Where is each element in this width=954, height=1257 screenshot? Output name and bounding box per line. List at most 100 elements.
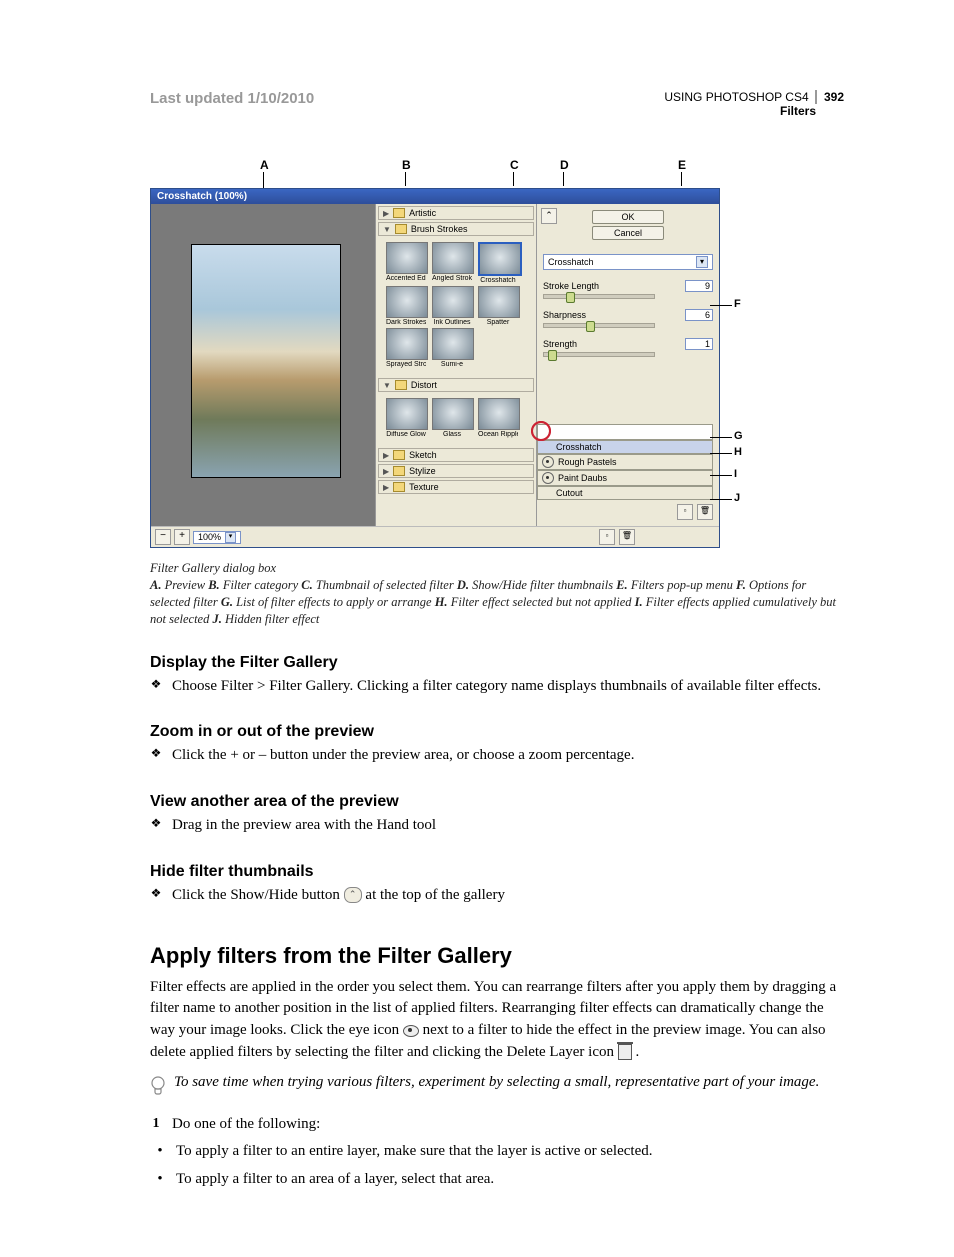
chevron-down-icon: ▾: [696, 256, 708, 268]
thumb-sprayed-strokes[interactable]: Sprayed Strokes: [386, 328, 426, 368]
body-text: Do one of the following:: [172, 1114, 320, 1136]
thumb-sumi-e[interactable]: Sumi-e: [432, 328, 472, 368]
stack-label: Paint Daubs: [558, 473, 607, 483]
new-effect-layer-button[interactable]: ▫: [677, 504, 693, 520]
preview-pane[interactable]: [151, 204, 376, 526]
slider-strength[interactable]: [543, 352, 655, 357]
selected-filter-name: Crosshatch: [548, 257, 594, 267]
category-brush-strokes[interactable]: ▼Brush Strokes: [378, 222, 534, 236]
param-value[interactable]: 9: [685, 280, 713, 292]
bullet-item: •To apply a filter to an area of a layer…: [154, 1169, 844, 1191]
tip-text: To save time when trying various filters…: [174, 1074, 819, 1098]
thumb-ocean-ripple[interactable]: Ocean Ripple: [478, 398, 518, 438]
callout-a: A: [260, 158, 269, 172]
filter-popup-menu[interactable]: Crosshatch ▾: [543, 254, 713, 270]
top-callouts: A B C D E: [150, 158, 844, 188]
text-run: Click the Show/Hide button: [172, 887, 344, 903]
callout-j: J: [734, 492, 740, 504]
stack-label: Crosshatch: [556, 442, 602, 452]
param-label: Sharpness: [543, 310, 586, 320]
stack-item-rough-pastels[interactable]: Rough Pastels: [537, 454, 713, 470]
category-label: Artistic: [409, 208, 436, 218]
bullet-item: ❖Choose Filter > Filter Gallery. Clickin…: [150, 676, 844, 698]
body-text: Click the + or – button under the previe…: [172, 745, 634, 767]
last-updated: Last updated 1/10/2010: [150, 90, 314, 107]
stack-label: Cutout: [556, 488, 583, 498]
thumb-glass[interactable]: Glass: [432, 398, 472, 438]
param-sharpness: Sharpness 6: [543, 309, 713, 321]
category-distort[interactable]: ▼Distort: [378, 378, 534, 392]
body-text: Click the Show/Hide button ⌃ at the top …: [172, 885, 505, 907]
category-label: Distort: [411, 380, 437, 390]
zoom-in-button[interactable]: +: [174, 529, 190, 545]
category-stylize[interactable]: ▶Stylize: [378, 464, 534, 478]
diamond-bullet-icon: ❖: [150, 676, 162, 698]
eye-icon[interactable]: [542, 456, 554, 468]
trash-icon[interactable]: 🗑: [619, 529, 635, 545]
category-label: Stylize: [409, 466, 436, 476]
text-run: .: [635, 1044, 639, 1060]
thumb-accented-edges[interactable]: Accented Edges: [386, 242, 426, 284]
filter-gallery-dialog: Crosshatch (100%) ▶Artistic ▼Brush Strok…: [150, 188, 720, 548]
category-artistic[interactable]: ▶Artistic: [378, 206, 534, 220]
body-text: To apply a filter to an area of a layer,…: [176, 1169, 494, 1191]
distort-thumbnails: Diffuse Glow Glass Ocean Ripple: [376, 394, 536, 446]
param-value[interactable]: 1: [685, 338, 713, 350]
stack-item-paint-daubs[interactable]: Paint Daubs: [537, 470, 713, 486]
stack-item-crosshatch[interactable]: Crosshatch: [537, 440, 713, 454]
figure-caption-title: Filter Gallery dialog box: [150, 560, 844, 577]
eye-icon[interactable]: [542, 472, 554, 484]
category-label: Sketch: [409, 450, 437, 460]
cancel-button[interactable]: Cancel: [592, 226, 664, 240]
zoom-out-button[interactable]: −: [155, 529, 171, 545]
brush-thumbnails: Accented Edges Angled Strokes Crosshatch…: [376, 238, 536, 376]
thumb-spatter[interactable]: Spatter: [478, 286, 518, 326]
stack-item-cutout[interactable]: Cutout: [537, 486, 713, 500]
text-run: at the top of the gallery: [365, 887, 505, 903]
callout-c: C: [510, 158, 519, 172]
zoom-value: 100%: [198, 532, 221, 542]
section-name: Filters: [664, 104, 844, 118]
slider-sharpness[interactable]: [543, 323, 655, 328]
filter-options-pane: ⌃ OK Cancel Crosshatch ▾ Stroke Length 9…: [537, 204, 719, 526]
param-strength: Strength 1: [543, 338, 713, 350]
eye-icon: [403, 1025, 419, 1037]
thumb-crosshatch[interactable]: Crosshatch: [478, 242, 518, 284]
diamond-bullet-icon: ❖: [150, 745, 162, 767]
figure-caption: Filter Gallery dialog box A. Preview B. …: [150, 560, 844, 628]
body-text: Drag in the preview area with the Hand t…: [172, 815, 436, 837]
thumb-ink-outlines[interactable]: Ink Outlines: [432, 286, 472, 326]
zoom-select[interactable]: 100% ▾: [193, 531, 241, 544]
bullet-item: ❖ Click the Show/Hide button ⌃ at the to…: [150, 885, 844, 907]
thumb-dark-strokes[interactable]: Dark Strokes: [386, 286, 426, 326]
category-sketch[interactable]: ▶Sketch: [378, 448, 534, 462]
param-value[interactable]: 6: [685, 309, 713, 321]
thumb-angled-strokes[interactable]: Angled Strokes: [432, 242, 472, 284]
show-hide-button[interactable]: ⌃: [541, 208, 557, 224]
ok-button[interactable]: OK: [592, 210, 664, 224]
callout-e: E: [678, 158, 686, 172]
bullet-item: ❖ Drag in the preview area with the Hand …: [150, 815, 844, 837]
figure-legend: A. Preview B. Filter category C. Thumbna…: [150, 577, 844, 628]
diamond-bullet-icon: ❖: [150, 815, 162, 837]
new-effect-icon[interactable]: ▫: [599, 529, 615, 545]
chevron-down-icon: ▾: [225, 532, 236, 543]
heading-apply-filters: Apply filters from the Filter Gallery: [150, 943, 844, 969]
heading-view-another-area: View another area of the preview: [150, 793, 844, 811]
slider-stroke-length[interactable]: [543, 294, 655, 299]
heading-display-filter-gallery: Display the Filter Gallery: [150, 654, 844, 672]
filter-category-pane[interactable]: ▶Artistic ▼Brush Strokes Accented Edges …: [376, 204, 537, 526]
dialog-titlebar: Crosshatch (100%): [151, 189, 719, 204]
show-hide-icon: ⌃: [344, 887, 362, 903]
category-texture[interactable]: ▶Texture: [378, 480, 534, 494]
step-1: 1Do one of the following:: [150, 1114, 844, 1136]
thumb-diffuse-glow[interactable]: Diffuse Glow: [386, 398, 426, 438]
diamond-bullet-icon: ❖: [150, 885, 162, 907]
callout-ring: [531, 421, 551, 441]
callout-b: B: [402, 158, 411, 172]
heading-hide-thumbnails: Hide filter thumbnails: [150, 863, 844, 881]
delete-effect-layer-button[interactable]: 🗑: [697, 504, 713, 520]
heading-zoom-preview: Zoom in or out of the preview: [150, 723, 844, 741]
doc-title: USING PHOTOSHOP CS4: [664, 90, 816, 104]
dialog-statusbar: − + 100% ▾ ▫ 🗑: [151, 526, 719, 547]
